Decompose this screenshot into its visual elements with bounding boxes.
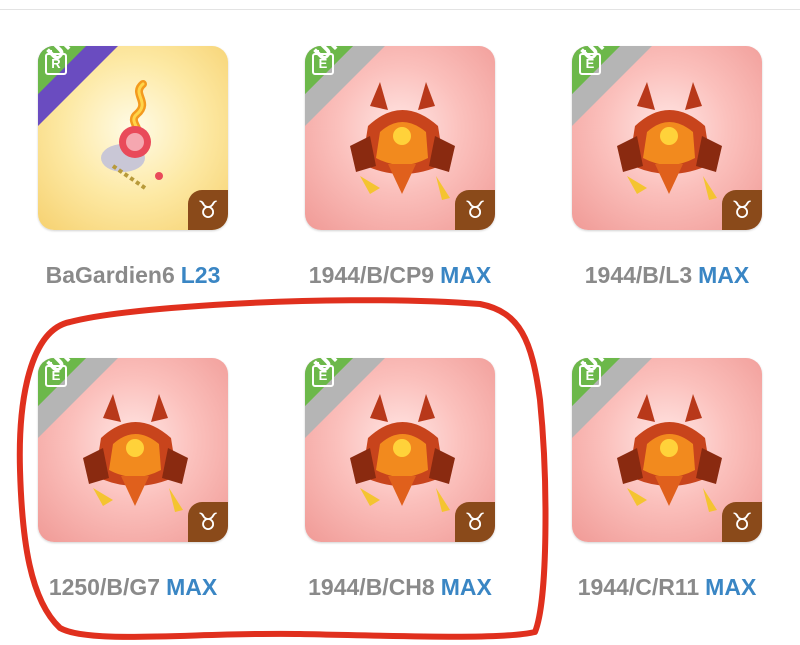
monster-name-label: 1944/B/CH8 MAX (308, 574, 492, 600)
monster-name-label: BaGardien6 L23 (45, 262, 221, 288)
level-label: L23 (180, 262, 221, 288)
level-label: MAX (698, 262, 750, 288)
taurus-icon: ♉ (188, 190, 228, 230)
monster-card[interactable]: Ultra E ♉ (572, 358, 762, 542)
rarity-badge: E (579, 50, 601, 75)
monster-name-label: 1944/B/L3 MAX (584, 262, 750, 288)
monster-card[interactable]: Ultra R ♉ (38, 46, 228, 230)
level-label: MAX (705, 574, 757, 600)
fire-armor-beast-image (617, 394, 722, 512)
monster-card[interactable]: Ultra E ♉ (38, 358, 228, 542)
monster-card[interactable]: Ultra E ♉ (305, 358, 495, 542)
rarity-badge: E (312, 50, 334, 75)
fire-armor-beast-image (350, 394, 455, 512)
taurus-icon: ♉ (722, 502, 762, 542)
level-label: MAX (166, 574, 218, 600)
monster-card[interactable]: Ultra E ♉ (305, 46, 495, 230)
monster-name-label: 1944/C/R11 MAX (577, 574, 757, 600)
flame-spirit-image (101, 80, 163, 190)
taurus-icon: ♉ (188, 502, 228, 542)
rarity-badge: E (45, 362, 67, 387)
level-label: MAX (440, 262, 492, 288)
taurus-icon: ♉ (455, 190, 495, 230)
rarity-badge: E (312, 362, 334, 387)
rarity-badge: E (579, 362, 601, 387)
rarity-badge: R (45, 50, 67, 75)
fire-armor-beast-image (83, 394, 188, 512)
monster-name-label: 1250/B/G7 MAX (48, 574, 218, 600)
fire-armor-beast-image (617, 82, 722, 200)
monster-card[interactable]: Ultra E ♉ (572, 46, 762, 230)
taurus-icon: ♉ (722, 190, 762, 230)
fire-armor-beast-image (350, 82, 455, 200)
level-label: MAX (440, 574, 492, 600)
monster-name-label: 1944/B/CP9 MAX (308, 262, 492, 288)
top-divider (0, 9, 800, 10)
taurus-icon: ♉ (455, 502, 495, 542)
